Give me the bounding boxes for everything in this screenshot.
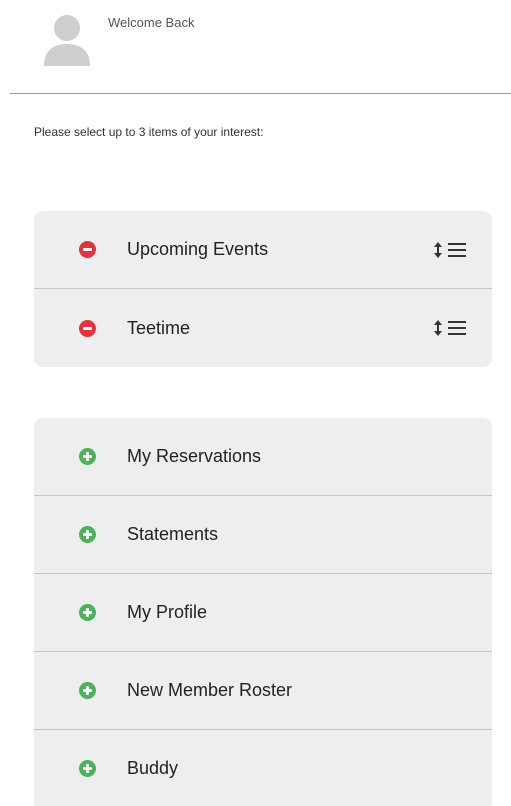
add-icon[interactable] [79,526,96,543]
available-item-label: Buddy [127,758,179,778]
reorder-handle-icon[interactable] [432,240,470,260]
available-item-statements[interactable]: Statements [34,496,492,574]
add-icon[interactable] [79,682,96,699]
available-item-label: My Reservations [127,446,262,466]
available-item-label: My Profile [127,602,208,622]
selected-items-list: Upcoming Events Teetime [34,211,492,367]
header-divider [10,93,511,94]
selected-item-label: Upcoming Events [127,239,269,259]
available-item-label: Statements [127,524,219,544]
available-item-my-profile[interactable]: My Profile [34,574,492,652]
available-item-my-reservations[interactable]: My Reservations [34,418,492,496]
available-item-label: New Member Roster [127,680,293,700]
selected-item-teetime[interactable]: Teetime [34,289,492,367]
header: Welcome Back [0,0,511,93]
selected-item-upcoming-events[interactable]: Upcoming Events [34,211,492,289]
available-item-buddy[interactable]: Buddy [34,730,492,806]
selected-item-label: Teetime [127,317,191,338]
welcome-text: Welcome Back [108,15,195,30]
user-avatar-icon[interactable] [44,14,90,66]
remove-icon[interactable] [79,319,96,337]
add-icon[interactable] [79,604,96,621]
available-item-new-member-roster[interactable]: New Member Roster [34,652,492,730]
add-icon[interactable] [79,760,96,777]
available-items-list: My Reservations Statements My Profile Ne… [34,418,492,806]
remove-icon[interactable] [79,241,96,258]
instruction-text: Please select up to 3 items of your inte… [34,125,264,139]
reorder-handle-icon[interactable] [432,318,470,338]
add-icon[interactable] [79,448,96,465]
